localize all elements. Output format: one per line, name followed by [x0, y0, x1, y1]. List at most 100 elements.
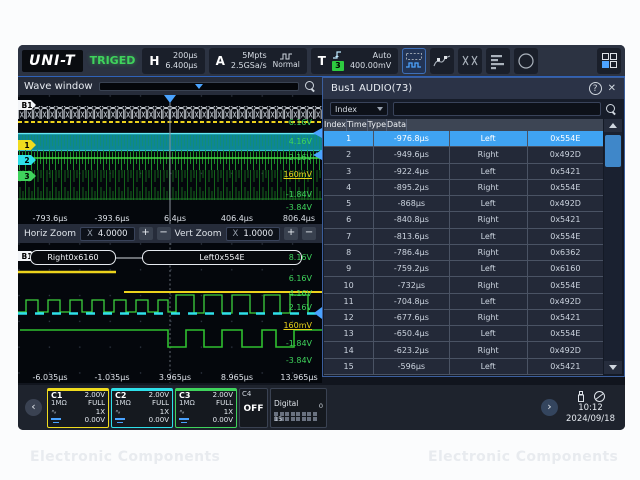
table-row[interactable]: 12 -677.6µs Right 0x5421 [324, 310, 603, 326]
trigger-source-badge: 3 [332, 61, 344, 71]
table-row[interactable]: 9 -759.2µs Left 0x6160 [324, 261, 603, 277]
table-row[interactable]: 15 -596µs Left 0x5421 [324, 359, 603, 375]
table-row[interactable]: 4 -895.2µs Right 0x554E [324, 180, 603, 196]
horiz-zoom-value-field[interactable]: X 4.0000 [80, 227, 135, 241]
cell-type: Right [450, 245, 528, 260]
main-waveform-area[interactable]: B1123 6.16V4.16V2.16V160mV-1.84V-3.84V -… [18, 95, 322, 224]
cell-index: 13 [324, 326, 374, 341]
zoom-out-icon[interactable] [305, 81, 316, 92]
table-row[interactable]: 5 -868µs Left 0x492D [324, 196, 603, 212]
time-label: -6.035µs [20, 373, 80, 382]
column-header: Data [387, 119, 407, 131]
cell-time: -976.8µs [374, 131, 449, 146]
cell-time: -949.6µs [374, 147, 449, 162]
table-row[interactable]: 11 -704.8µs Left 0x492D [324, 294, 603, 310]
watermark-text: Electronic Components [428, 449, 618, 465]
measure-button[interactable] [430, 48, 454, 74]
cell-data: 0x554E [528, 277, 603, 292]
bus-decode-value: Left0x554E [142, 250, 302, 265]
bus-search-row: Index [323, 99, 624, 119]
ground-offset-icon [51, 417, 61, 424]
expand-right-button[interactable]: › [541, 399, 558, 416]
horiz-zoom-value: 4.0000 [98, 229, 128, 239]
help-icon[interactable]: ? [589, 82, 602, 95]
histogram-button[interactable] [486, 48, 510, 74]
table-row[interactable]: 7 -813.6µs Left 0x554E [324, 229, 603, 245]
channel-box[interactable]: C3 2.00V 1MΩ FULL ∿ 1X 0.00V [175, 388, 237, 428]
bus-event-list-panel: Bus1 AUDIO(73) ? ✕ Index IndexTimeTypeDa… [322, 77, 625, 377]
table-row[interactable]: 1 -976.8µs Left 0x554E [324, 131, 603, 147]
voltage-label: 6.16V [289, 274, 312, 283]
acquisition-mode-label: Normal [273, 61, 300, 69]
voltage-label: 8.16V [289, 253, 312, 262]
vert-zoom-value-field[interactable]: X 1.0000 [226, 227, 281, 241]
channel-offset: 0.00V [149, 417, 169, 425]
cell-data: 0x5421 [528, 164, 603, 179]
zoom-waveform-area[interactable]: B1 Right0x6160 Left0x554E 8.16V6.16V4.16… [18, 243, 322, 383]
trigger-settings-button[interactable]: T 3 Auto 400.00mV [311, 48, 398, 74]
cell-time: -813.6µs [374, 229, 449, 244]
close-icon[interactable]: ✕ [608, 82, 616, 95]
vert-zoom-in-button[interactable]: + [284, 227, 298, 240]
cell-index: 5 [324, 196, 374, 211]
table-row[interactable]: 13 -650.4µs Left 0x554E [324, 326, 603, 342]
collapse-left-button[interactable]: ‹ [25, 399, 42, 416]
cell-index: 9 [324, 261, 374, 276]
table-row[interactable]: 2 -949.6µs Right 0x492D [324, 147, 603, 163]
channel-box[interactable]: C1 2.00V 1MΩ FULL ∿ 1X 0.00V [47, 388, 109, 428]
time-label: 8.965µs [207, 373, 267, 382]
wave-window-title: Wave window [24, 81, 93, 92]
table-row[interactable]: 6 -840.8µs Right 0x5421 [324, 212, 603, 228]
trigger-position-marker[interactable] [195, 84, 203, 89]
bus-panel-title: Bus1 AUDIO(73) [331, 83, 583, 94]
scroll-up-button[interactable] [604, 119, 622, 132]
table-row[interactable]: 10 -732µs Right 0x554E [324, 277, 603, 293]
status-cluster: 10:12 2024/09/18 [566, 390, 615, 424]
table-row[interactable]: 3 -922.4µs Left 0x5421 [324, 164, 603, 180]
cell-data: 0x5421 [528, 212, 603, 227]
cell-data: 0x554E [528, 180, 603, 195]
brand-logo: UNI-T [22, 50, 83, 72]
cell-type: Right [450, 277, 528, 292]
watermark-text: Electronic Components [30, 449, 220, 465]
search-field-dropdown[interactable]: Index [330, 102, 388, 116]
cell-type: Left [450, 131, 528, 146]
cell-type: Left [450, 326, 528, 341]
cell-type: Left [450, 164, 528, 179]
horiz-zoom-out-button[interactable]: − [157, 227, 171, 240]
time-label: 6.4µs [145, 214, 205, 223]
a-key-label: A [216, 54, 225, 68]
multiplier-label: X [233, 229, 239, 239]
acquire-settings-button[interactable]: A 5Mpts 2.5GSa/s Normal [209, 48, 307, 74]
trigger-status: TRIGED [87, 54, 139, 67]
scroll-down-button[interactable] [604, 361, 622, 374]
vert-zoom-out-button[interactable]: − [302, 227, 316, 240]
cell-index: 6 [324, 212, 374, 227]
window-layout-button[interactable] [597, 48, 621, 74]
cell-data: 0x554E [528, 326, 603, 341]
table-row[interactable]: 14 -623.2µs Right 0x492D [324, 342, 603, 358]
waveform-navigator-bar[interactable] [99, 82, 299, 91]
channel-4-box[interactable]: C4 OFF [239, 388, 268, 428]
bus-search-input[interactable] [393, 102, 601, 116]
cell-data: 0x492D [528, 196, 603, 211]
digital-channels-box[interactable]: Digital 0 15 [270, 388, 327, 428]
scrollbar[interactable] [604, 119, 622, 374]
scrollbar-thumb[interactable] [605, 135, 621, 167]
zoom-window-button[interactable] [402, 48, 426, 74]
search-icon[interactable] [606, 104, 617, 115]
time-label: 13.965µs [269, 373, 329, 382]
channel-offset: 0.00V [85, 417, 105, 425]
cell-data: 0x5421 [528, 359, 603, 374]
voltage-label: -1.84V [286, 339, 312, 348]
voltage-label: -1.84V [286, 190, 312, 199]
time-label: -393.6µs [82, 214, 142, 223]
trigger-edge-icon [332, 50, 344, 60]
mask-test-button[interactable] [514, 48, 538, 74]
xy-display-button[interactable] [458, 48, 482, 74]
table-row[interactable]: 8 -786.4µs Right 0x6362 [324, 245, 603, 261]
channel-box[interactable]: C2 2.00V 1MΩ FULL ∿ 1X 0.00V [111, 388, 173, 428]
horiz-zoom-in-button[interactable]: + [139, 227, 153, 240]
horizontal-settings-button[interactable]: H 200µs 6.400µs [142, 48, 204, 74]
cell-index: 14 [324, 342, 374, 357]
